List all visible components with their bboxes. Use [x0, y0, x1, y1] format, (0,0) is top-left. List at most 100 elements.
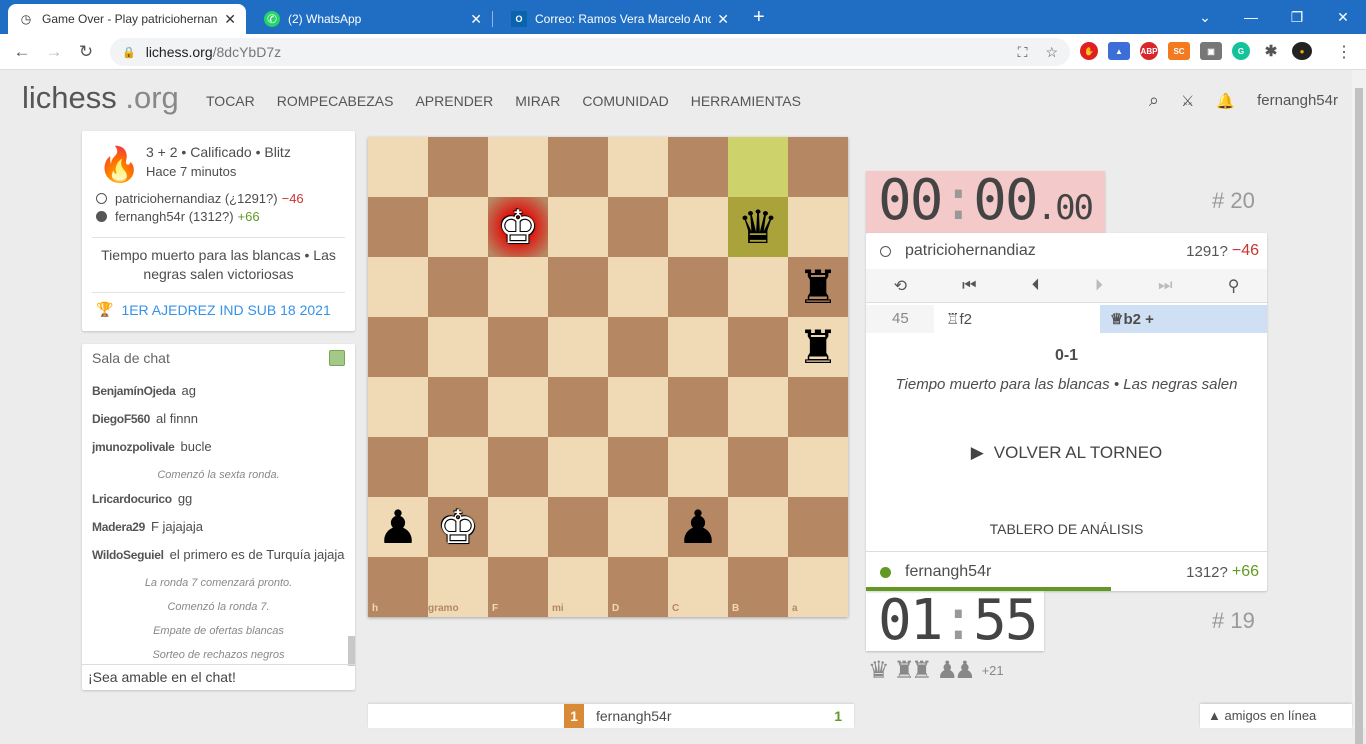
profile-menu-icon[interactable]: ⌄ — [1182, 9, 1228, 26]
square-e4[interactable] — [548, 317, 608, 377]
square-e6[interactable] — [548, 437, 608, 497]
prev-move-icon[interactable]: ⏴ — [1032, 277, 1040, 295]
square-g4[interactable] — [428, 317, 488, 377]
square-d5[interactable] — [608, 377, 668, 437]
square-g1[interactable] — [428, 137, 488, 197]
square-c1[interactable] — [668, 137, 728, 197]
white-king[interactable]: ♚ — [428, 497, 488, 557]
square-c4[interactable] — [668, 317, 728, 377]
square-c5[interactable] — [668, 377, 728, 437]
square-b4[interactable] — [728, 317, 788, 377]
swords-icon[interactable]: ⚔ — [1181, 92, 1194, 110]
square-g3[interactable] — [428, 257, 488, 317]
nav-aprender[interactable]: APRENDER — [415, 93, 493, 109]
nav-comunidad[interactable]: COMUNIDAD — [582, 93, 668, 109]
black-rook[interactable]: ♜ — [788, 257, 848, 317]
black-queen[interactable]: ♛ — [728, 197, 788, 257]
square-b7[interactable] — [728, 497, 788, 557]
top-player-row[interactable]: patriciohernandiaz 1291? −46 — [866, 233, 1267, 269]
tab-whatsapp[interactable]: ✆ (2) WhatsApp ✕ — [254, 4, 492, 34]
square-d2[interactable] — [608, 197, 668, 257]
star-icon[interactable]: ☆ — [1045, 44, 1058, 61]
search-icon[interactable]: ⌕ — [1149, 90, 1159, 111]
back-to-tournament-button[interactable]: ▶ VOLVER AL TORNEO — [866, 443, 1267, 463]
grammarly-icon[interactable]: G — [1232, 42, 1250, 60]
next-move-icon[interactable]: ⏵ — [1095, 277, 1103, 295]
square-e7[interactable] — [548, 497, 608, 557]
square-f7[interactable] — [488, 497, 548, 557]
square-b3[interactable] — [728, 257, 788, 317]
chat-username[interactable]: Madera29 — [92, 520, 145, 534]
site-logo[interactable]: lichess .org — [22, 80, 179, 116]
puzzle-icon[interactable]: ✱ — [1260, 42, 1282, 60]
black-player[interactable]: fernangh54r (1312?) +66 — [96, 209, 260, 224]
square-g6[interactable] — [428, 437, 488, 497]
black-move[interactable]: ♕b2 + — [1100, 305, 1267, 333]
cap-extension-icon[interactable]: ▲ — [1108, 42, 1130, 60]
black-pawn[interactable]: ♟ — [368, 497, 428, 557]
screen-extension-icon[interactable]: ▣ — [1200, 42, 1222, 60]
bell-icon[interactable]: 🔔 — [1216, 92, 1235, 110]
square-b5[interactable] — [728, 377, 788, 437]
white-king[interactable]: ♚ — [488, 197, 548, 257]
square-g5[interactable] — [428, 377, 488, 437]
square-e1[interactable] — [548, 137, 608, 197]
flip-board-icon[interactable]: ⟲ — [894, 276, 907, 296]
chat-username[interactable]: Lricardocurico — [92, 492, 172, 506]
tab-outlook[interactable]: O Correo: Ramos Vera Marcelo Andrés ✕ — [501, 4, 739, 34]
square-h2[interactable] — [368, 197, 428, 257]
square-e3[interactable] — [548, 257, 608, 317]
tournament-link[interactable]: 🏆 1ER AJEDREZ IND SUB 18 2021 — [96, 301, 331, 318]
chrome-menu-icon[interactable]: ⋮ — [1336, 42, 1352, 62]
square-f6[interactable] — [488, 437, 548, 497]
tab-lichess[interactable]: ◷ Game Over - Play patriciohernandiaz ✕ — [8, 4, 246, 34]
nav-herramientas[interactable]: HERRAMIENTAS — [691, 93, 801, 109]
forward-icon[interactable]: → — [38, 42, 70, 62]
square-f1[interactable] — [488, 137, 548, 197]
square-d4[interactable] — [608, 317, 668, 377]
url-input[interactable]: 🔒 lichess.org /8dcYbD7z ⛶ ☆ — [110, 38, 1070, 66]
square-h4[interactable] — [368, 317, 428, 377]
black-pawn[interactable]: ♟ — [668, 497, 728, 557]
square-c3[interactable] — [668, 257, 728, 317]
square-d3[interactable] — [608, 257, 668, 317]
back-icon[interactable]: ← — [6, 42, 38, 62]
chat-toggle-checkbox[interactable] — [329, 350, 345, 366]
new-tab-icon[interactable]: + — [753, 6, 765, 29]
reload-icon[interactable]: ↻ — [70, 42, 102, 62]
nav-mirar[interactable]: MIRAR — [515, 93, 560, 109]
square-h3[interactable] — [368, 257, 428, 317]
restore-icon[interactable]: ❐ — [1274, 9, 1320, 26]
profile-avatar-icon[interactable]: ● — [1292, 42, 1312, 60]
square-h6[interactable] — [368, 437, 428, 497]
white-player[interactable]: patriciohernandiaz (¿1291?) −46 — [96, 191, 304, 206]
tournament-standing[interactable]: 1 fernangh54r 1 — [368, 704, 854, 728]
square-b6[interactable] — [728, 437, 788, 497]
sc-extension-icon[interactable]: SC — [1168, 42, 1190, 60]
chess-board[interactable]: 1 2 3 4 5 6 7 8 h gramo Fmi D C Ba ♚ ♛ ♜ ♜ ♟ ♚ ♟ — [368, 137, 848, 617]
square-e5[interactable] — [548, 377, 608, 437]
friends-online-button[interactable]: ▲ amigos en línea — [1200, 704, 1352, 728]
nav-tocar[interactable]: TOCAR — [206, 93, 255, 109]
black-rook[interactable]: ♜ — [788, 317, 848, 377]
analysis-board-button[interactable]: TABLERO DE ANÁLISIS — [866, 521, 1267, 537]
translate-icon[interactable]: ⛶ — [1018, 44, 1028, 61]
analysis-icon[interactable]: ⚲ — [1228, 276, 1240, 296]
chat-input[interactable]: ¡Sea amable en el chat! — [82, 664, 355, 690]
close-icon[interactable]: ✕ — [717, 11, 729, 28]
square-h5[interactable] — [368, 377, 428, 437]
square-g2[interactable] — [428, 197, 488, 257]
chat-username[interactable]: BenjamínOjeda — [92, 384, 176, 398]
square-f5[interactable] — [488, 377, 548, 437]
square-f4[interactable] — [488, 317, 548, 377]
minimize-icon[interactable]: — — [1228, 9, 1274, 25]
square-b1[interactable] — [728, 137, 788, 197]
chat-username[interactable]: DiegoF560 — [92, 412, 150, 426]
stop-extension-icon[interactable]: ✋ — [1080, 42, 1098, 60]
last-move-icon[interactable]: ⏭ — [1158, 277, 1172, 295]
square-d6[interactable] — [608, 437, 668, 497]
square-c2[interactable] — [668, 197, 728, 257]
adblock-icon[interactable]: ABP — [1140, 42, 1158, 60]
close-icon[interactable]: ✕ — [224, 11, 236, 28]
bottom-player-row[interactable]: fernangh54r 1312? +66 — [866, 554, 1267, 590]
